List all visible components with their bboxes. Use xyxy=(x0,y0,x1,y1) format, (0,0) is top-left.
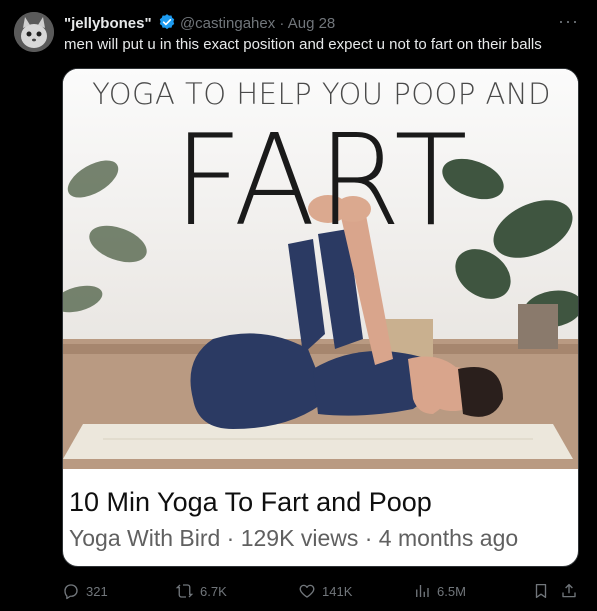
handle[interactable]: @castingahex xyxy=(180,15,275,32)
views-icon xyxy=(413,582,431,600)
action-bar: 321 6.7K 141K 6.5M xyxy=(62,580,582,602)
video-meta: Yoga With Bird · 129K views · 4 months a… xyxy=(69,525,519,551)
display-name[interactable]: "jellybones" xyxy=(64,15,152,32)
reply-count: 321 xyxy=(86,583,108,599)
post-text: men will put u in this exact position an… xyxy=(64,36,542,53)
verified-badge-icon xyxy=(158,13,176,35)
views-button[interactable]: 6.5M xyxy=(413,580,466,602)
separator: · xyxy=(279,15,285,32)
share-icon xyxy=(560,582,578,600)
share-button[interactable] xyxy=(560,580,578,602)
media-card[interactable]: YOGA TO HELP YOU POOP AND FART 10 Min Yo… xyxy=(62,68,579,567)
repost-button[interactable]: 6.7K xyxy=(175,580,227,602)
views-count: 6.5M xyxy=(437,583,466,599)
video-title[interactable]: 10 Min Yoga To Fart and Poop xyxy=(69,487,432,518)
like-icon xyxy=(298,582,316,600)
bookmark-icon xyxy=(532,582,550,600)
avatar[interactable] xyxy=(14,12,54,52)
repost-icon xyxy=(175,582,194,600)
post-header: "jellybones" @castingahex · Aug 28 xyxy=(64,13,583,33)
post-date[interactable]: Aug 28 xyxy=(288,15,336,32)
bookmark-button[interactable] xyxy=(532,580,550,602)
video-thumbnail[interactable]: YOGA TO HELP YOU POOP AND FART xyxy=(63,69,578,469)
more-icon[interactable]: ··· xyxy=(558,11,579,32)
like-count: 141K xyxy=(322,583,353,599)
reply-button[interactable]: 321 xyxy=(62,580,108,602)
repost-count: 6.7K xyxy=(200,583,227,599)
overlay-big-text: FART xyxy=(173,108,470,255)
reply-icon xyxy=(62,582,80,600)
overlay-heading: YOGA TO HELP YOU POOP AND xyxy=(92,77,551,111)
like-button[interactable]: 141K xyxy=(298,580,352,602)
